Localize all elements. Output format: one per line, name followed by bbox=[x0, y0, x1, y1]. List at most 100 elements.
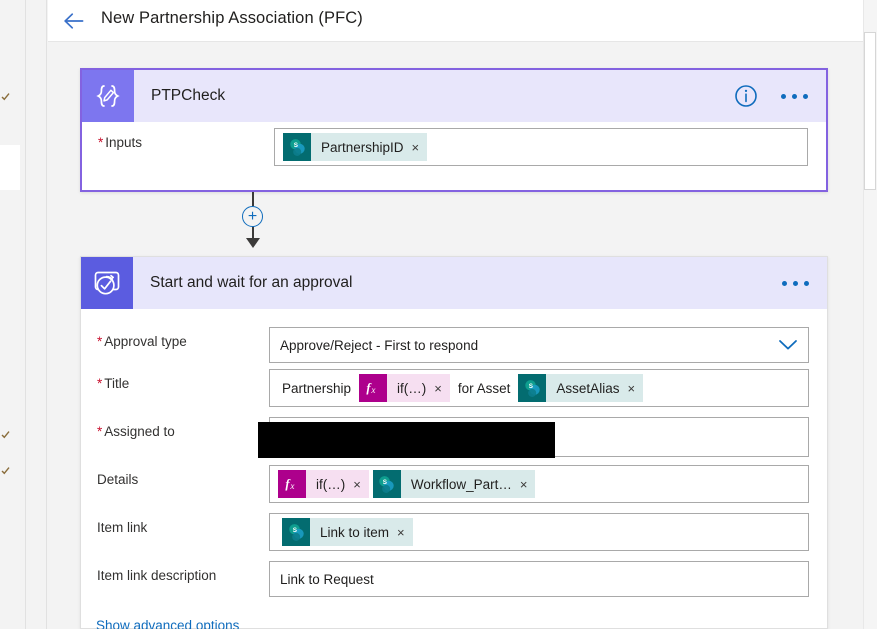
ellipsis-icon bbox=[781, 93, 786, 99]
field-label: Details bbox=[97, 472, 139, 487]
required-marker: * bbox=[97, 424, 103, 439]
left-rail bbox=[0, 0, 26, 629]
field-label: Item link bbox=[97, 520, 148, 535]
rail-check-icon bbox=[1, 466, 10, 475]
field-label: * Assigned to bbox=[97, 424, 175, 439]
info-button[interactable] bbox=[733, 83, 759, 109]
redaction-bar bbox=[258, 422, 555, 458]
card-header[interactable]: PTPCheck bbox=[82, 70, 826, 122]
rail-check-icon bbox=[1, 92, 10, 101]
card-title: Start and wait for an approval bbox=[150, 274, 353, 291]
connector-line bbox=[251, 192, 254, 206]
token-remove-icon[interactable]: × bbox=[412, 141, 420, 154]
card-title: PTPCheck bbox=[151, 87, 226, 104]
token-chip[interactable]: S AssetAlias × bbox=[518, 374, 644, 402]
token-label: PartnershipID bbox=[321, 139, 404, 155]
connector-arrow-icon bbox=[245, 238, 260, 248]
field-label: Item link description bbox=[97, 568, 217, 583]
fx-icon: f x bbox=[278, 470, 306, 498]
scrollbar-thumb[interactable] bbox=[864, 32, 876, 190]
show-advanced-options-link[interactable]: Show advanced options bbox=[96, 618, 239, 629]
sharepoint-icon: S bbox=[282, 518, 310, 546]
back-button[interactable] bbox=[60, 8, 88, 34]
card-header-actions bbox=[774, 257, 817, 309]
flow-connector: + bbox=[0, 192, 877, 248]
token-label: AssetAlias bbox=[556, 380, 620, 396]
token-chip[interactable]: S PartnershipID × bbox=[283, 133, 428, 161]
left-gutter bbox=[27, 0, 47, 629]
fx-icon: f x bbox=[359, 374, 388, 402]
info-circle-icon bbox=[735, 85, 757, 107]
plus-circle-icon: + bbox=[247, 207, 258, 225]
card-header[interactable]: Start and wait for an approval bbox=[81, 257, 827, 309]
token-label: Link to item bbox=[320, 524, 390, 540]
input-value: Link to Request bbox=[280, 571, 374, 587]
token-remove-icon[interactable]: × bbox=[397, 526, 405, 539]
more-options-button[interactable] bbox=[774, 275, 817, 292]
token-remove-icon[interactable]: × bbox=[353, 478, 361, 491]
card-header-actions bbox=[733, 70, 816, 122]
token-body: Workflow_Part… × bbox=[400, 470, 536, 498]
token-chip[interactable]: f x if(…) × bbox=[278, 470, 369, 498]
ellipsis-icon bbox=[804, 280, 809, 286]
sharepoint-icon: S bbox=[372, 470, 401, 498]
inputs-field[interactable]: S PartnershipID × bbox=[274, 128, 808, 166]
svg-text:S: S bbox=[292, 526, 296, 533]
approval-type-dropdown[interactable]: Approve/Reject - First to respond bbox=[269, 327, 809, 363]
svg-text:x: x bbox=[289, 481, 294, 491]
token-chip[interactable]: f x if(…) × bbox=[359, 374, 450, 402]
insert-step-button[interactable]: + bbox=[242, 206, 263, 227]
item-link-field[interactable]: S Link to item × bbox=[269, 513, 809, 551]
field-static-text: for Asset bbox=[457, 380, 511, 396]
required-marker: * bbox=[97, 376, 103, 391]
form-row-approval-type: * Approval type Approve/Reject - First to… bbox=[81, 309, 827, 363]
arrow-left-icon bbox=[64, 13, 84, 29]
ellipsis-icon bbox=[782, 280, 787, 286]
title-field[interactable]: Partnership f x if(…) × for Asset S Asse… bbox=[269, 369, 809, 407]
page-title: New Partnership Association (PFC) bbox=[101, 9, 363, 27]
token-remove-icon[interactable]: × bbox=[627, 382, 635, 395]
token-body: if(…) × bbox=[306, 470, 369, 498]
form-row-details: Details f x if(…) × S Workflow_Part… × bbox=[81, 459, 827, 507]
svg-text:S: S bbox=[293, 141, 297, 148]
form-row-title: * Title Partnership f x if(…) × for Asse… bbox=[81, 363, 827, 411]
dropdown-value: Approve/Reject - First to respond bbox=[280, 337, 479, 353]
form-row-item-link-description: Item link description Link to Request bbox=[81, 555, 827, 603]
token-body: if(…) × bbox=[387, 374, 450, 402]
vertical-scrollbar[interactable] bbox=[863, 0, 877, 629]
token-body: Link to item × bbox=[310, 518, 413, 546]
token-chip[interactable]: S Link to item × bbox=[282, 518, 413, 546]
field-static-text: Partnership bbox=[282, 380, 352, 396]
form-row-inputs: * Inputs S PartnershipID × bbox=[82, 122, 826, 170]
token-label: if(…) bbox=[397, 380, 427, 396]
sharepoint-icon: S bbox=[283, 133, 311, 161]
token-chip[interactable]: S Workflow_Part… × bbox=[372, 470, 536, 498]
rail-check-icon bbox=[1, 430, 10, 439]
token-body: PartnershipID × bbox=[311, 133, 428, 161]
more-options-button[interactable] bbox=[773, 88, 816, 105]
field-label: * Approval type bbox=[97, 334, 187, 349]
details-field[interactable]: f x if(…) × S Workflow_Part… × bbox=[269, 465, 809, 503]
svg-text:S: S bbox=[383, 478, 387, 485]
required-marker: * bbox=[98, 135, 104, 150]
ellipsis-icon bbox=[793, 280, 798, 286]
svg-text:S: S bbox=[529, 382, 533, 389]
approval-check-icon bbox=[81, 257, 133, 309]
ellipsis-icon bbox=[803, 93, 808, 99]
token-body: AssetAlias × bbox=[546, 374, 644, 402]
field-label: * Inputs bbox=[98, 135, 143, 150]
required-marker: * bbox=[97, 334, 103, 349]
ellipsis-icon bbox=[792, 93, 797, 99]
field-label: * Title bbox=[97, 376, 130, 391]
svg-text:x: x bbox=[370, 385, 375, 395]
left-rail-highlight bbox=[0, 145, 20, 190]
chevron-down-icon bbox=[779, 340, 797, 350]
token-remove-icon[interactable]: × bbox=[434, 382, 442, 395]
item-link-description-input[interactable]: Link to Request bbox=[269, 561, 809, 597]
action-card-ptpcheck[interactable]: PTPCheck * Inputs S PartnershipID × bbox=[80, 68, 828, 192]
form-row-item-link: Item link S Link to item × bbox=[81, 507, 827, 555]
token-remove-icon[interactable]: × bbox=[520, 478, 528, 491]
token-label: if(…) bbox=[316, 476, 346, 492]
card-body: * Inputs S PartnershipID × bbox=[82, 122, 826, 170]
app-root: New Partnership Association (PFC) PTPChe… bbox=[0, 0, 877, 629]
